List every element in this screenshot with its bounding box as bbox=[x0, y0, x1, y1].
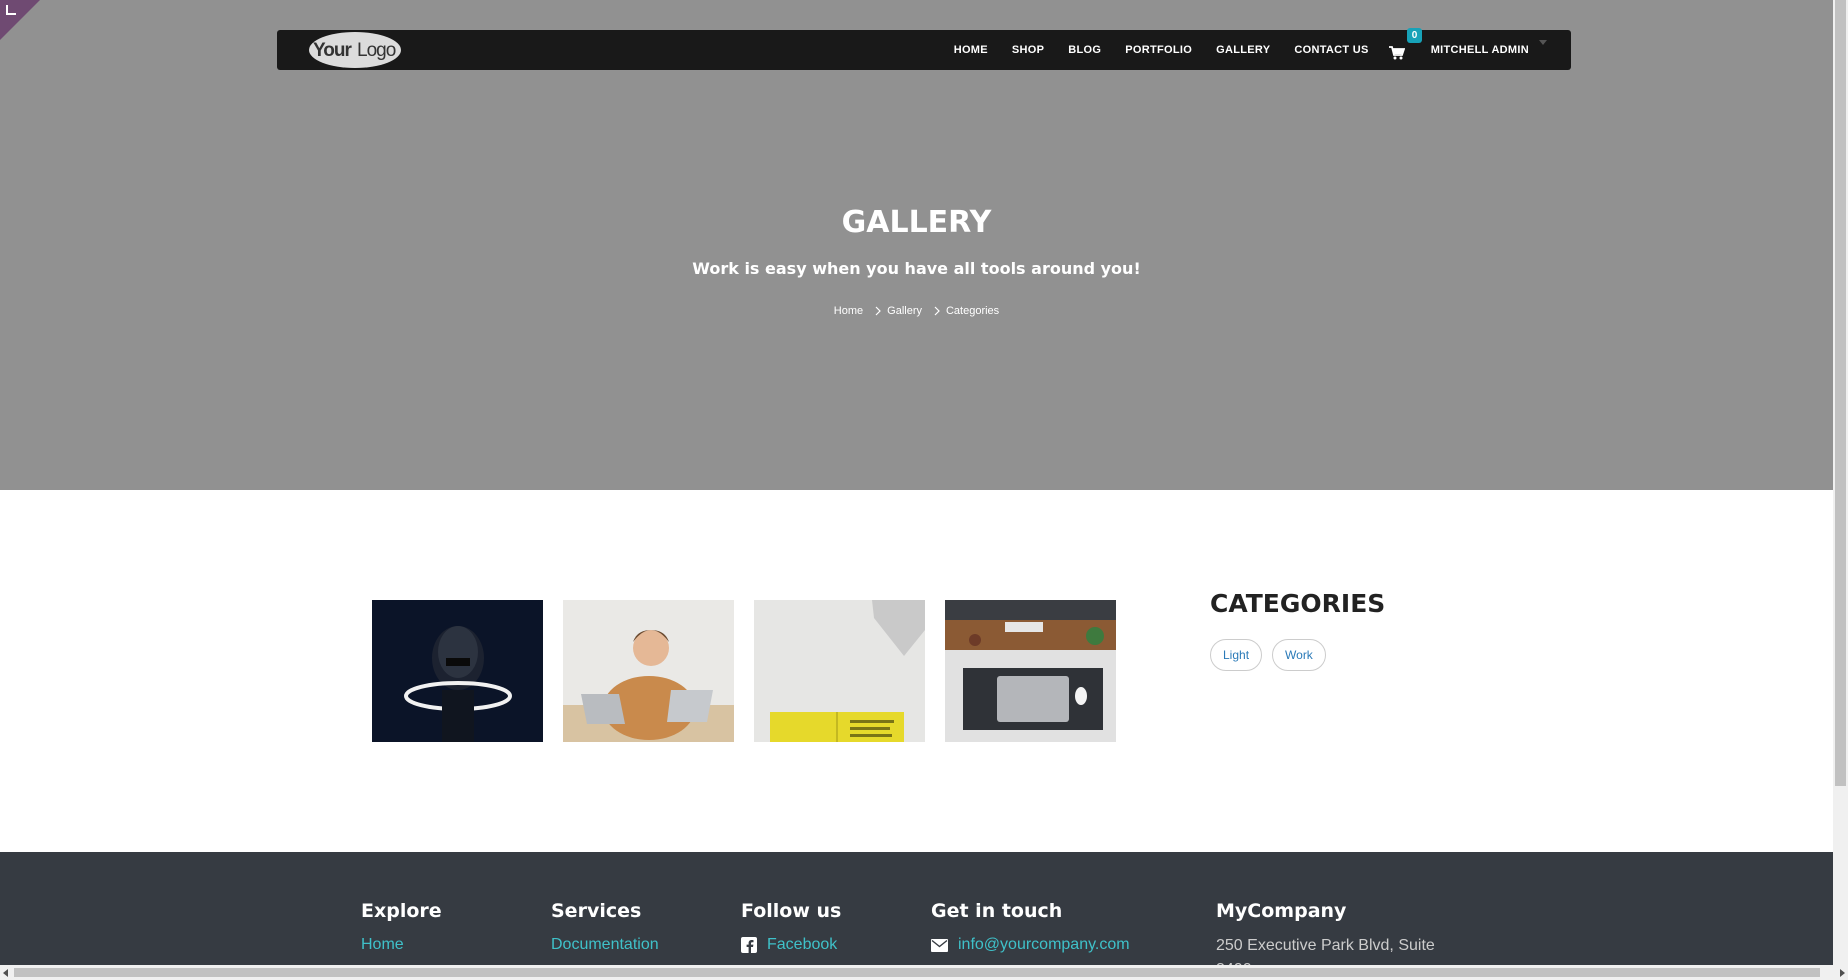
nav-gallery[interactable]: GALLERY bbox=[1204, 44, 1282, 56]
hero-section: Your Logo HOME SHOP BLOG PORTFOLIO GALLE… bbox=[0, 0, 1833, 490]
vertical-scrollbar-thumb[interactable] bbox=[1835, 0, 1846, 786]
facebook-label: Facebook bbox=[767, 936, 838, 953]
cart-count-badge: 0 bbox=[1406, 28, 1423, 43]
breadcrumb-home[interactable]: Home bbox=[834, 305, 863, 317]
facebook-icon bbox=[741, 937, 757, 953]
nav-home[interactable]: HOME bbox=[942, 44, 1000, 56]
footer-services-title: Services bbox=[551, 900, 642, 922]
chevron-down-icon bbox=[1539, 39, 1547, 45]
footer-link-documentation[interactable]: Documentation bbox=[551, 936, 659, 954]
scroll-left-icon[interactable] bbox=[3, 969, 8, 977]
envelope-icon bbox=[931, 938, 948, 952]
category-tag-work[interactable]: Work bbox=[1272, 639, 1326, 671]
nav-blog[interactable]: BLOG bbox=[1056, 44, 1113, 56]
footer-link-facebook[interactable]: Facebook bbox=[741, 936, 841, 954]
footer-services: Services Documentation bbox=[551, 900, 659, 954]
footer-link-email[interactable]: info@yourcompany.com bbox=[931, 936, 1130, 954]
footer: Explore Home Services Documentation Foll… bbox=[0, 852, 1833, 980]
breadcrumb-gallery[interactable]: Gallery bbox=[887, 305, 922, 317]
gallery-image-desk-setup[interactable] bbox=[945, 600, 1116, 742]
breadcrumb: Home Gallery Categories bbox=[0, 305, 1833, 317]
chevron-right-icon bbox=[934, 306, 940, 316]
gallery-image-ring-light[interactable] bbox=[372, 600, 543, 742]
breadcrumb-categories: Categories bbox=[945, 305, 1000, 317]
nav-contact-us[interactable]: CONTACT US bbox=[1282, 44, 1380, 56]
cart-icon bbox=[1388, 46, 1405, 60]
horizontal-scrollbar[interactable] bbox=[0, 965, 1848, 980]
chevron-right-icon bbox=[875, 306, 881, 316]
footer-explore: Explore Home bbox=[361, 900, 442, 954]
corner-mark-icon bbox=[6, 5, 16, 15]
footer-follow: Follow us Facebook bbox=[741, 900, 841, 954]
page-subtitle: Work is easy when you have all tools aro… bbox=[692, 259, 1141, 278]
user-name: MITCHELL ADMIN bbox=[1430, 44, 1529, 56]
email-label: info@yourcompany.com bbox=[958, 936, 1130, 953]
svg-text:Your: Your bbox=[313, 40, 352, 61]
gallery-grid bbox=[372, 600, 1116, 742]
gallery-image-yellow-book[interactable] bbox=[754, 600, 925, 742]
scroll-right-icon[interactable] bbox=[1840, 969, 1845, 977]
vertical-scrollbar[interactable] bbox=[1833, 0, 1848, 965]
footer-contact: Get in touch info@yourcompany.com bbox=[931, 900, 1130, 954]
nav-shop[interactable]: SHOP bbox=[1000, 44, 1056, 56]
footer-link-home[interactable]: Home bbox=[361, 936, 442, 954]
footer-explore-title: Explore bbox=[361, 900, 442, 922]
footer-follow-title: Follow us bbox=[741, 900, 842, 922]
category-tag-light[interactable]: Light bbox=[1210, 639, 1263, 671]
user-menu[interactable]: MITCHELL ADMIN bbox=[1419, 39, 1547, 56]
category-tags: Light Work bbox=[1210, 639, 1326, 671]
cart-button[interactable]: 0 bbox=[1388, 28, 1423, 60]
navbar: Your Logo HOME SHOP BLOG PORTFOLIO GALLE… bbox=[277, 28, 1571, 70]
footer-company-title: MyCompany bbox=[1216, 900, 1347, 922]
logo[interactable]: Your Logo bbox=[307, 30, 405, 70]
page-title: GALLERY bbox=[841, 205, 992, 240]
footer-contact-title: Get in touch bbox=[931, 900, 1063, 922]
nav-portfolio[interactable]: PORTFOLIO bbox=[1113, 44, 1204, 56]
gallery-image-man-laptops[interactable] bbox=[563, 600, 734, 742]
horizontal-scrollbar-thumb[interactable] bbox=[14, 968, 1820, 977]
svg-text:Logo: Logo bbox=[357, 40, 396, 61]
categories-title: CATEGORIES bbox=[1210, 589, 1386, 618]
